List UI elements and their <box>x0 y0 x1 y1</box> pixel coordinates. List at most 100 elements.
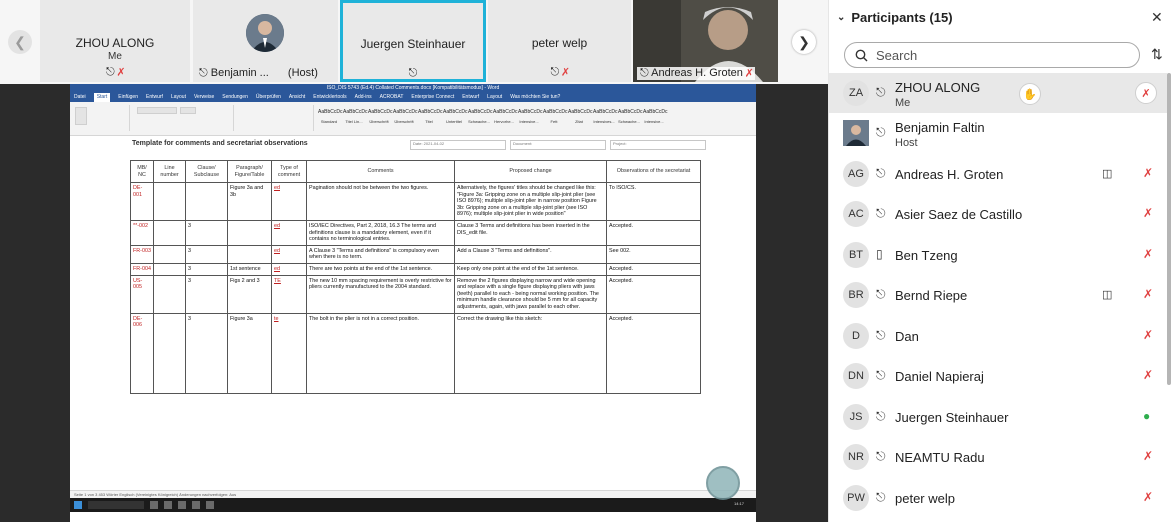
meta-document: Document: <box>510 140 606 150</box>
word-tab[interactable]: Ansicht <box>289 93 305 102</box>
taskbar-app-icon[interactable] <box>164 501 172 509</box>
participant-row[interactable]: DN ⎋ Daniel Napieraj ✗ <box>829 356 1167 396</box>
style-item[interactable]: Titel Lin... <box>343 105 365 127</box>
word-tab[interactable]: Was möchten Sie tun? <box>510 93 560 102</box>
table-cell-para: 1st sentence <box>227 262 272 276</box>
headset-icon: ⎋ <box>408 67 418 79</box>
taskbar-app-icon[interactable] <box>178 501 186 509</box>
style-item[interactable]: Schwache... <box>618 105 640 127</box>
style-item[interactable]: Überschrift <box>393 105 415 127</box>
avatar: BT <box>843 242 869 268</box>
style-item[interactable]: Hervorhe... <box>493 105 515 127</box>
word-tab[interactable]: ACROBAT <box>380 93 404 102</box>
close-icon[interactable]: ✕ <box>1151 9 1163 26</box>
video-tile-benjamin[interactable]: ⎋ Benjamin ... (Host) <box>193 0 338 82</box>
word-tab[interactable]: Überprüfen <box>256 93 281 102</box>
muted-mic-icon[interactable]: ✗ <box>1135 82 1157 104</box>
participant-row[interactable]: BR ⎋ Bernd Riepe ◫ ✗ <box>829 275 1167 315</box>
word-tab[interactable]: Start <box>93 93 111 102</box>
avatar: BR <box>843 282 869 308</box>
word-tab[interactable]: Einfügen <box>118 93 138 102</box>
chevron-down-icon[interactable]: ⌄ <box>837 12 845 23</box>
style-item[interactable]: Fett <box>543 105 565 127</box>
sort-icon[interactable]: ⇅ <box>1151 46 1163 63</box>
headset-icon: ⎋ <box>105 66 115 78</box>
word-tab[interactable]: Enterprise Connect <box>411 93 454 102</box>
word-tab[interactable]: Layout <box>487 93 502 102</box>
muted-mic-icon: ✗ <box>117 66 125 78</box>
participant-list-scrollbar[interactable] <box>1167 73 1171 385</box>
table-cell-mb: FR-004 <box>130 262 154 276</box>
table-row: **-002 3 ed ISO/IEC Directives, Part 2, 201… <box>130 219 701 246</box>
table-cell-comment: Pagination should not be between the two… <box>306 182 455 221</box>
col-header: Type of comment <box>271 160 307 183</box>
style-item[interactable]: Intensive... <box>643 105 665 127</box>
participant-row[interactable]: D ⎋ Dan ✗ <box>829 316 1167 356</box>
mic-on-icon: ● <box>1143 409 1151 423</box>
participant-row[interactable]: PW ⎋ peter welp ✗ <box>829 478 1167 518</box>
style-item[interactable]: Zitat <box>568 105 590 127</box>
muted-mic-icon: ✗ <box>1143 206 1154 220</box>
tile-name: Juergen Steinhauer <box>360 37 466 51</box>
table-cell-change: Add a Clause 3 "Terms and definitions". <box>454 244 607 264</box>
headset-icon: ⎋ <box>876 449 886 463</box>
style-item[interactable]: Intensive... <box>518 105 540 127</box>
word-tab[interactable]: Add-ins <box>355 93 372 102</box>
word-tab[interactable]: Entwurf <box>462 93 479 102</box>
video-tile-peter-welp[interactable]: peter welp ⎋ ✗ <box>488 0 631 82</box>
word-title-bar: ISO_DIS 5743 (Ed.4) Collated Comments.do… <box>70 84 756 93</box>
participant-row[interactable]: AG ⎋ Andreas H. Groten ◫ ✗ <box>829 154 1167 194</box>
video-tile-juergen[interactable]: Juergen Steinhauer ⎋ <box>340 0 486 82</box>
participant-row[interactable]: ZA ⎋ ZHOU ALONG Me ✋ ✗ <box>829 73 1167 113</box>
document-meta-fields: Date: 2021-04-02 Document: Project: <box>410 140 706 150</box>
participant-name: Juergen Steinhauer <box>895 410 1009 425</box>
video-tile-andreas[interactable]: ⎋ Andreas H. Groten ✗ <box>633 0 778 82</box>
word-tab[interactable]: Sendungen <box>222 93 248 102</box>
table-row: DE-006 3 Figure 3a te The bolt in the plier … <box>130 312 701 394</box>
avatar <box>246 14 284 52</box>
word-tab[interactable]: Layout <box>171 93 186 102</box>
windows-start-icon[interactable] <box>74 501 82 509</box>
style-item[interactable]: Intensives... <box>593 105 615 127</box>
taskbar-app-icon[interactable] <box>192 501 200 509</box>
style-item[interactable]: Untertitel <box>443 105 465 127</box>
search-input[interactable]: Search <box>844 42 1140 68</box>
filmstrip-next-button[interactable]: ❯ <box>792 30 816 54</box>
style-item[interactable]: Standard <box>318 105 340 127</box>
filmstrip-prev-button[interactable]: ❮ <box>8 30 32 54</box>
word-tab[interactable]: Entwurf <box>146 93 163 102</box>
table-row: FR-003 3 ed A Clause 3 "Terms and definitio… <box>130 244 701 264</box>
font-size-box <box>180 107 196 114</box>
participant-name: NEAMTU Radu <box>895 450 985 465</box>
floating-video-bubble[interactable] <box>706 466 740 500</box>
video-camera-icon: ◫ <box>1102 289 1113 301</box>
table-cell-clause: 3 <box>185 244 228 264</box>
style-item[interactable]: Schwache... <box>468 105 490 127</box>
word-tab[interactable]: Verweise <box>194 93 214 102</box>
meeting-area: ❮ ZHOU ALONG Me ⎋ ✗ ⎋ Benjamin ... (Host… <box>0 0 828 522</box>
table-cell-type: TE <box>271 274 307 314</box>
word-tab[interactable]: Datei <box>74 93 86 102</box>
raise-hand-icon[interactable]: ✋ <box>1019 83 1041 105</box>
video-tile-zhou-along[interactable]: ZHOU ALONG Me ⎋ ✗ <box>40 0 190 82</box>
video-camera-icon: ◫ <box>1102 168 1113 180</box>
muted-mic-icon: ✗ <box>562 66 569 78</box>
participant-row[interactable]: BT ▯ Ben Tzeng ✗ <box>829 235 1167 275</box>
taskbar-app-icon[interactable] <box>206 501 214 509</box>
table-cell-obs: Accepted. <box>606 274 701 314</box>
style-item[interactable]: Überschrift <box>368 105 390 127</box>
participant-row[interactable]: JS ⎋ Juergen Steinhauer ● <box>829 397 1167 437</box>
participant-row[interactable]: ⎋ Benjamin Faltin Host <box>829 113 1167 153</box>
search-placeholder: Search <box>876 47 918 63</box>
style-item[interactable]: Titel <box>418 105 440 127</box>
taskbar-search[interactable] <box>88 501 144 509</box>
participants-header[interactable]: ⌄ Participants (15) <box>837 10 953 25</box>
participant-row[interactable]: AC ⎋ Asier Saez de Castillo ✗ <box>829 194 1167 234</box>
table-cell-line <box>153 274 186 314</box>
table-cell-type: te <box>271 312 307 394</box>
participant-name: Asier Saez de Castillo <box>895 207 1023 222</box>
word-tab[interactable]: Entwicklertools <box>313 93 346 102</box>
taskbar-app-icon[interactable] <box>150 501 158 509</box>
participant-row[interactable]: NR ⎋ NEAMTU Radu ✗ <box>829 437 1167 477</box>
table-cell-clause <box>185 182 228 221</box>
